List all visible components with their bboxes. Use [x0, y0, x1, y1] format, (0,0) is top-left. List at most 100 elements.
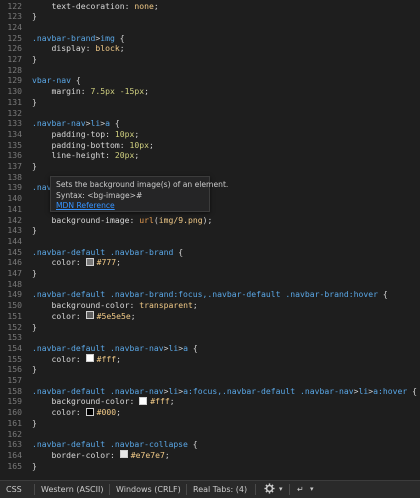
- code-line[interactable]: 127}: [0, 54, 420, 65]
- line-number: 137: [7, 161, 22, 171]
- code-line[interactable]: 156}: [0, 364, 420, 375]
- code-token: {: [173, 246, 184, 257]
- code-line[interactable]: 136 line-height: 20px;: [0, 150, 420, 161]
- code-text[interactable]: border-color: #e7e7e7;: [32, 450, 169, 461]
- code-line[interactable]: 151 color: #5e5e5e;: [0, 311, 420, 322]
- code-editor[interactable]: 122 text-decoration: none; 123} 124 125 .nav…: [0, 0, 420, 480]
- code-text[interactable]: background-color: #fff;: [32, 396, 174, 407]
- line-number: 123: [7, 11, 22, 22]
- code-line[interactable]: 163 .navbar-default .navbar-collapse {: [0, 439, 420, 450]
- code-line[interactable]: 155 color: #fff;: [0, 354, 420, 365]
- code-text[interactable]: margin: 7.5px -15px;: [32, 86, 148, 97]
- code-text[interactable]: .nav: [32, 182, 52, 193]
- code-text[interactable]: vbar-nav {: [32, 75, 81, 86]
- code-line[interactable]: 148: [0, 279, 420, 290]
- code-line[interactable]: 124: [0, 22, 420, 33]
- code-line[interactable]: 153: [0, 332, 420, 343]
- code-token: 10px: [114, 128, 135, 139]
- code-token: :: [75, 257, 86, 268]
- code-text[interactable]: padding-bottom: 10px;: [32, 140, 153, 151]
- code-text[interactable]: }: [32, 461, 37, 472]
- code-line[interactable]: 147}: [0, 268, 420, 279]
- language-mode-button[interactable]: CSS: [6, 481, 22, 498]
- code-text[interactable]: text-decoration: none;: [32, 1, 158, 12]
- code-line[interactable]: 135 padding-bottom: 10px;: [0, 140, 420, 151]
- chevron-down-icon[interactable]: ▾: [310, 481, 314, 498]
- line-number: 122: [7, 0, 22, 11]
- code-text[interactable]: color: #fff;: [32, 354, 121, 365]
- code-text[interactable]: }: [32, 225, 37, 236]
- code-line[interactable]: 160 color: #000;: [0, 407, 420, 418]
- code-token: ;: [192, 300, 198, 311]
- color-swatch[interactable]: [119, 450, 128, 459]
- code-text[interactable]: }: [32, 54, 37, 65]
- code-line[interactable]: 154 .navbar-default .navbar-nav>li>a {: [0, 343, 420, 354]
- code-line[interactable]: 150 background-color: transparent;: [0, 300, 420, 311]
- code-line[interactable]: 142 background-image: url(img/9.png);: [0, 215, 420, 226]
- code-text[interactable]: .navbar-default .navbar-nav>li>a:focus,.…: [32, 386, 417, 397]
- code-line[interactable]: 149 .navbar-default .navbar-brand:focus,.…: [0, 289, 420, 300]
- code-line[interactable]: 130 margin: 7.5px -15px;: [0, 86, 420, 97]
- code-line[interactable]: 134 padding-top: 10px;: [0, 129, 420, 140]
- color-swatch[interactable]: [85, 257, 94, 266]
- code-text[interactable]: color: #777;: [32, 257, 121, 268]
- code-line[interactable]: 146 color: #777;: [0, 257, 420, 268]
- code-text[interactable]: color: #000;: [32, 407, 121, 418]
- color-swatch[interactable]: [85, 407, 94, 416]
- color-swatch[interactable]: [85, 354, 94, 363]
- encoding-button[interactable]: Western (ASCII): [41, 481, 103, 498]
- code-text[interactable]: }: [32, 97, 37, 108]
- code-line[interactable]: 131}: [0, 97, 420, 108]
- code-token: li: [168, 342, 179, 353]
- code-line[interactable]: 133 .navbar-nav>li>a {: [0, 118, 420, 129]
- code-line[interactable]: 159 background-color: #fff;: [0, 396, 420, 407]
- code-line[interactable]: 132: [0, 108, 420, 119]
- code-text[interactable]: .navbar-default .navbar-nav>li>a {: [32, 343, 198, 354]
- code-line[interactable]: 164 border-color: #e7e7e7;: [0, 450, 420, 461]
- code-line[interactable]: 152}: [0, 322, 420, 333]
- code-token: }: [32, 268, 37, 278]
- code-line[interactable]: 125 .navbar-brand>img {: [0, 33, 420, 44]
- code-line[interactable]: 123}: [0, 11, 420, 22]
- code-token: ;: [130, 310, 136, 321]
- code-text[interactable]: .navbar-brand>img {: [32, 33, 125, 44]
- code-text[interactable]: .navbar-default .navbar-brand {: [32, 247, 183, 258]
- code-line[interactable]: 126 display: block;: [0, 43, 420, 54]
- code-line[interactable]: 157: [0, 375, 420, 386]
- code-text[interactable]: }: [32, 418, 37, 429]
- code-text[interactable]: }: [32, 364, 37, 375]
- return-arrow-icon[interactable]: ↵: [297, 481, 304, 498]
- code-line[interactable]: 143}: [0, 225, 420, 236]
- code-line[interactable]: 144: [0, 236, 420, 247]
- code-text[interactable]: }: [32, 161, 37, 172]
- code-text[interactable]: .navbar-default .navbar-brand:focus,.nav…: [32, 289, 388, 300]
- mdn-reference-link[interactable]: MDN Reference: [56, 201, 115, 210]
- code-text[interactable]: color: #5e5e5e;: [32, 310, 136, 322]
- color-swatch[interactable]: [139, 396, 148, 405]
- code-line[interactable]: 145 .navbar-default .navbar-brand {: [0, 247, 420, 258]
- code-line[interactable]: 165}: [0, 461, 420, 472]
- code-text[interactable]: background-color: transparent;: [32, 300, 198, 311]
- color-swatch[interactable]: [85, 311, 94, 320]
- indentation-button[interactable]: Real Tabs: (4): [193, 481, 247, 498]
- code-text[interactable]: .navbar-default .navbar-collapse {: [32, 439, 198, 450]
- code-text[interactable]: padding-top: 10px;: [32, 129, 139, 140]
- code-text[interactable]: line-height: 20px;: [32, 150, 139, 161]
- code-line[interactable]: 129 vbar-nav {: [0, 75, 420, 86]
- code-line[interactable]: 162: [0, 429, 420, 440]
- code-line[interactable]: 122 text-decoration: none;: [0, 1, 420, 12]
- code-text[interactable]: background-image: url(img/9.png);: [32, 215, 212, 226]
- chevron-down-icon[interactable]: ▾: [279, 481, 283, 498]
- code-text[interactable]: }: [32, 11, 37, 22]
- code-line[interactable]: 161}: [0, 418, 420, 429]
- code-text[interactable]: }: [32, 322, 37, 333]
- code-text[interactable]: display: block;: [32, 43, 124, 54]
- code-token: :: [75, 407, 86, 418]
- code-text[interactable]: }: [32, 268, 37, 279]
- code-text[interactable]: .navbar-nav>li>a {: [32, 118, 120, 129]
- code-line[interactable]: 158 .navbar-default .navbar-nav>li>a:focu…: [0, 386, 420, 397]
- code-line[interactable]: 128: [0, 65, 420, 76]
- gear-icon[interactable]: [264, 481, 275, 498]
- code-line[interactable]: 137}: [0, 161, 420, 172]
- line-endings-button[interactable]: Windows (CRLF): [116, 481, 181, 498]
